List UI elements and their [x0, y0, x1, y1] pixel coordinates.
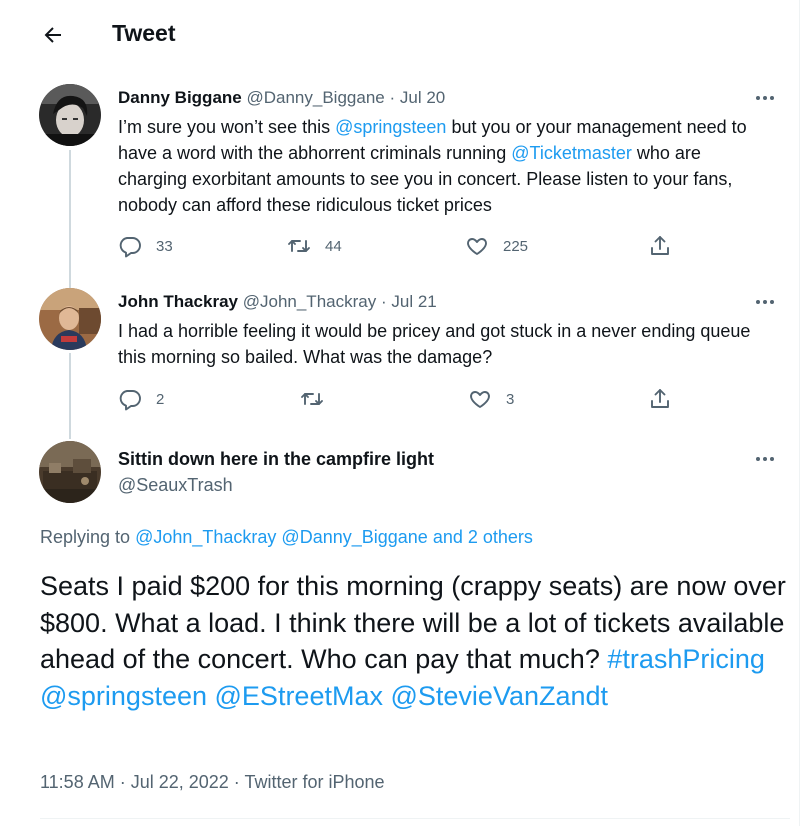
- mention-link[interactable]: @Ticketmaster: [511, 143, 632, 163]
- tweet-text: I had a horrible feeling it would be pri…: [118, 321, 751, 367]
- tweet-timestamp[interactable]: 11:58 AM · Jul 22, 2022 · Twitter for iP…: [40, 772, 385, 793]
- author-name[interactable]: John Thackray: [118, 292, 238, 311]
- others-link[interactable]: and 2 others: [433, 527, 533, 547]
- more-options-button[interactable]: [752, 88, 778, 108]
- share-icon: [651, 389, 669, 408]
- tweet-page: Tweet Danny Biggane @Danny_Biggane · Jul…: [0, 0, 800, 826]
- mention-link[interactable]: @John_Thackray: [135, 527, 276, 547]
- share-button[interactable]: [648, 386, 672, 412]
- retweet-icon: [288, 240, 310, 252]
- avatar[interactable]: [39, 84, 101, 146]
- reply-count: 33: [156, 237, 173, 255]
- avatar[interactable]: [39, 441, 101, 503]
- mention-link[interactable]: @StevieVanZandt: [391, 681, 609, 711]
- avatar[interactable]: [39, 288, 101, 350]
- page-title: Tweet: [112, 20, 176, 46]
- reply-icon: [119, 390, 141, 411]
- more-options-button[interactable]: [752, 292, 778, 312]
- mention-link[interactable]: @springsteen: [40, 681, 207, 711]
- main-tweet-text: Seats I paid $200 for this morning (crap…: [40, 568, 790, 714]
- reply-button[interactable]: 33: [118, 233, 173, 259]
- divider: [40, 818, 790, 819]
- retweet-button[interactable]: [300, 386, 338, 412]
- share-button[interactable]: [648, 233, 672, 259]
- tweet-header: Danny Biggane @Danny_Biggane · Jul 20: [118, 88, 445, 108]
- arrow-left-icon: [44, 27, 61, 43]
- more-options-button[interactable]: [752, 449, 778, 469]
- tweet-header: John Thackray @John_Thackray · Jul 21: [118, 292, 437, 312]
- reply-icon: [119, 237, 141, 258]
- retweet-icon: [301, 393, 323, 405]
- tweet-date[interactable]: Jul 21: [391, 292, 436, 311]
- retweet-count: 44: [325, 237, 342, 255]
- separator: ·: [389, 88, 396, 107]
- thread-connector: [69, 150, 71, 290]
- mention-link[interactable]: @springsteen: [335, 117, 446, 137]
- like-button[interactable]: 225: [465, 233, 528, 259]
- author-name[interactable]: Danny Biggane: [118, 88, 242, 107]
- replying-prefix: Replying to: [40, 527, 136, 547]
- retweet-button[interactable]: 44: [287, 233, 342, 259]
- replying-to: Replying to @John_Thackray @Danny_Biggan…: [40, 527, 533, 548]
- mention-link[interactable]: @Danny_Biggane: [281, 527, 427, 547]
- author-name[interactable]: Sittin down here in the campfire light: [118, 449, 434, 470]
- like-count: 3: [506, 390, 515, 408]
- like-count: 225: [503, 237, 529, 255]
- author-handle[interactable]: @John_Thackray: [243, 292, 377, 311]
- heart-icon: [470, 391, 490, 408]
- heart-icon: [467, 238, 487, 255]
- reply-button[interactable]: 2: [118, 386, 164, 412]
- tweet-text: I’m sure you won’t see this @springsteen…: [118, 114, 768, 218]
- author-handle[interactable]: @Danny_Biggane: [246, 88, 384, 107]
- separator: ·: [380, 292, 387, 311]
- text-segment: I’m sure you won’t see this: [118, 117, 336, 137]
- more-icon: [756, 300, 774, 304]
- thread-connector: [69, 353, 71, 439]
- tweet-date[interactable]: Jul 20: [400, 88, 445, 107]
- more-icon: [756, 96, 774, 100]
- reply-count: 2: [156, 390, 165, 408]
- more-icon: [756, 457, 774, 461]
- share-icon: [651, 236, 669, 255]
- mention-link[interactable]: @EStreetMax: [215, 681, 383, 711]
- like-button[interactable]: 3: [468, 386, 514, 412]
- back-button[interactable]: [36, 18, 70, 52]
- hashtag-link[interactable]: #trashPricing: [607, 644, 765, 674]
- page-header: Tweet: [0, 0, 800, 70]
- author-handle[interactable]: @SeauxTrash: [118, 475, 233, 496]
